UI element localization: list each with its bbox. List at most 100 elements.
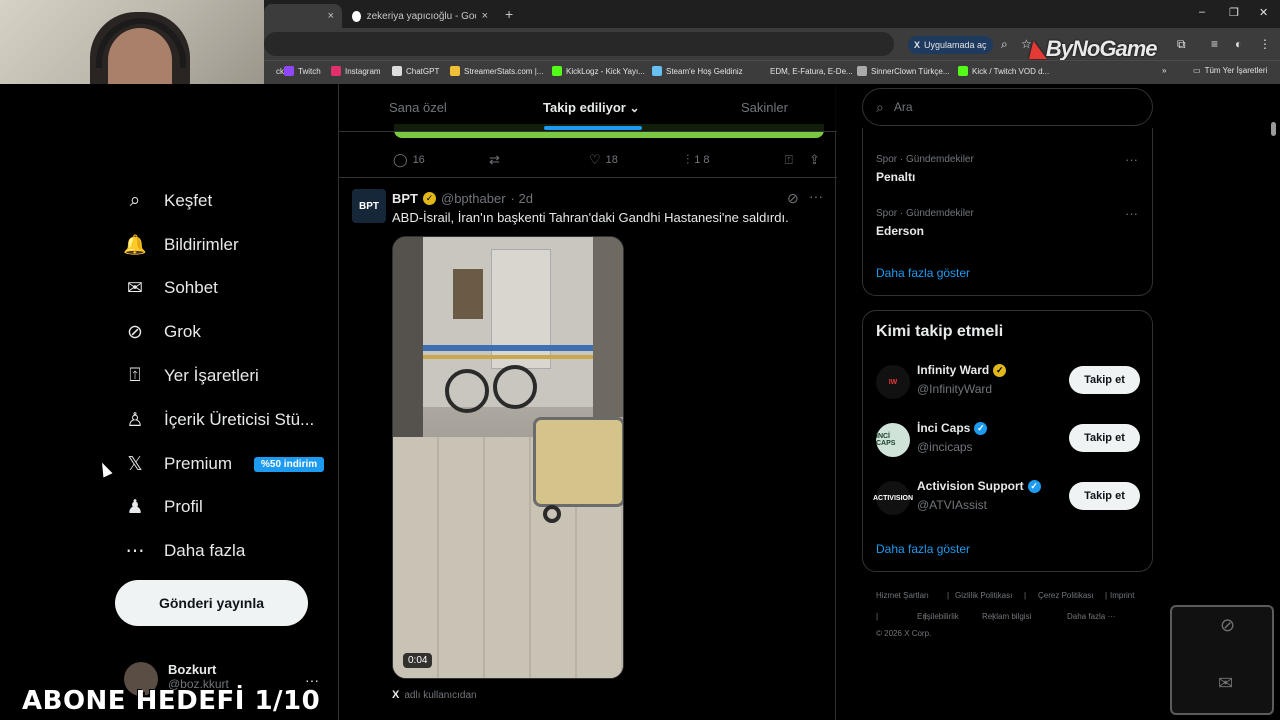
page-scrollbar[interactable] (1271, 122, 1276, 136)
reply-button[interactable]: ◯ 16 (393, 152, 425, 168)
video-notice-board (491, 249, 551, 369)
feed-tabs: Sana özel Takip ediliyor ⌄ Sakinler (339, 84, 837, 132)
follow-suggestion[interactable]: IW Infinity Ward ✓ @InfinityWard Takip et (876, 363, 1141, 403)
share-button[interactable]: ⇪ (809, 152, 820, 168)
footer-link[interactable]: Imprint (1110, 591, 1134, 600)
footer-link[interactable]: Gizlilik Politikası (955, 591, 1012, 600)
post-button[interactable]: Gönderi yayınla (115, 580, 308, 626)
follow-button[interactable]: Takip et (1069, 482, 1140, 510)
grok-explain-icon[interactable]: ⊘ (787, 190, 799, 207)
suggestion-name[interactable]: Infinity Ward ✓ (917, 363, 1007, 377)
google-icon (352, 10, 361, 22)
tab-following[interactable]: Takip ediliyor ⌄ (543, 100, 640, 115)
nav-item-person[interactable]: ♟ Profil (124, 496, 203, 518)
who-to-follow-title: Kimi takip etmeli (876, 323, 1004, 340)
nav-item-more-circle[interactable]: ⋯ Daha fazla (124, 540, 246, 562)
avatar: İNCİ CAPS (876, 423, 910, 457)
tweet-author-handle[interactable]: @bpthaber (441, 191, 506, 206)
maximize-button[interactable]: ❐ (1229, 6, 1239, 19)
follow-suggestion[interactable]: ACTIVISION Activision Support ✓ @ATVIAssist… (873, 479, 1141, 519)
nav-item-label: Profil (164, 497, 203, 516)
open-in-app-label: Uygulamada aç (924, 40, 987, 50)
tweet-author-name[interactable]: BPT (392, 191, 418, 206)
suggestion-handle: @InfinityWard (917, 382, 993, 396)
bookmark-item[interactable]: KickLogz - Kick Yayı... (552, 66, 645, 76)
bookmark-item[interactable]: Twitch (284, 66, 321, 76)
more-circle-icon: ⋯ (125, 540, 145, 562)
bookmark-item[interactable]: StreamerStats.com |... (450, 66, 543, 76)
bookmark-label: EDM, E-Fatura, E-De... (770, 66, 853, 76)
views-button[interactable]: ⫶ 1 8 (686, 152, 710, 168)
nav-item-label: Yer İşaretleri (164, 366, 259, 385)
avatar: ACTIVISION (873, 481, 913, 515)
nav-item-grok[interactable]: ⊘ Grok (124, 321, 201, 343)
suggestion-name[interactable]: İnci Caps ✓ (917, 421, 988, 435)
nav-item-bookmark[interactable]: ⍐ Yer İşaretleri (124, 365, 259, 387)
bookmark-label: Kick / Twitch VOD d... (972, 66, 1050, 76)
repost-button[interactable]: ⇄ (489, 152, 505, 168)
wheelchair (445, 369, 489, 413)
all-bookmarks-button[interactable]: ▭ Tüm Yer İşaretleri (1193, 66, 1267, 75)
search-input[interactable]: ⌕ Ara (862, 88, 1153, 126)
tab-close-icon[interactable]: × (328, 10, 334, 22)
tab-residents[interactable]: Sakinler (741, 100, 788, 115)
menu-icon[interactable]: ⋮ (1259, 37, 1271, 51)
footer-link[interactable]: Reklam bilgisi (982, 612, 1031, 621)
extensions-icon[interactable]: ⧉ (1177, 37, 1186, 52)
premium-discount-badge: %50 indirim (254, 456, 325, 472)
nav-item-search[interactable]: ⌕ Keşfet (124, 190, 213, 212)
address-bar[interactable] (264, 32, 894, 56)
browser-tab-google[interactable]: zekeriya yapıcıoğlu - Google'da × (344, 4, 496, 28)
follow-button[interactable]: Takip et (1069, 366, 1140, 394)
tab-for-you[interactable]: Sana özel (389, 100, 447, 115)
window-close-button[interactable]: ✕ (1259, 6, 1268, 19)
tweet-more-icon[interactable]: ··· (809, 188, 823, 204)
footer-link[interactable]: Çerez Politikası (1038, 591, 1094, 600)
tab-close-icon[interactable]: × (482, 10, 488, 22)
left-navigation: Gönderi yayınla Bozkurt @boz.kkurt ··· ⌕… (0, 84, 338, 720)
profile-icon[interactable]: ◐ (1235, 37, 1242, 51)
zoom-icon[interactable]: ⌕ (1001, 37, 1008, 52)
bookmark-button[interactable]: ⍐ (785, 152, 793, 168)
verified-gold-icon: ✓ (423, 192, 436, 205)
media-controls-icon[interactable]: ≡ (1211, 37, 1218, 51)
trend-title[interactable]: Penaltı (876, 170, 915, 184)
like-button[interactable]: ♡ 18 (589, 152, 618, 168)
bookmark-item[interactable]: Kick / Twitch VOD d... (958, 66, 1049, 76)
new-tab-button[interactable]: + (505, 6, 513, 22)
video-doorframe-right (593, 237, 623, 417)
minimize-button[interactable]: – (1199, 6, 1205, 18)
who-show-more-link[interactable]: Daha fazla göster (876, 542, 970, 556)
footer-link[interactable]: Hizmet Şartları (876, 591, 929, 600)
open-in-app-button[interactable]: X Uygulamada aç (908, 36, 993, 54)
tweet-author-avatar[interactable]: BPT (352, 189, 386, 223)
follow-suggestion[interactable]: İNCİ CAPS İnci Caps ✓ @incicaps Takip et (876, 421, 1141, 461)
trends-show-more-link[interactable]: Daha fazla göster (876, 266, 970, 280)
nav-item-mail[interactable]: ✉ Sohbet (124, 277, 218, 299)
trend-more-icon[interactable]: ··· (1125, 152, 1138, 167)
nav-item-flask[interactable]: ♙ İçerik Üreticisi Stü... (124, 409, 314, 431)
trend-more-icon[interactable]: ··· (1125, 206, 1138, 221)
bookmark-label: Twitch (298, 66, 321, 76)
chevron-down-icon: ⌄ (629, 101, 640, 115)
bookmark-item[interactable]: EDM, E-Fatura, E-De... (756, 66, 853, 76)
bookmark-item[interactable]: SinnerClown Türkçe... (857, 66, 950, 76)
nav-item-bell[interactable]: 🔔 Bildirimler (123, 234, 238, 256)
trend-title[interactable]: Ederson (876, 224, 924, 238)
bookmark-icon: ⍐ (129, 365, 141, 386)
bookmark-item[interactable]: Steam'e Hoş Geldiniz (652, 66, 743, 76)
browser-tab-active[interactable]: × (264, 4, 342, 28)
bookmarks-overflow-button[interactable]: » (1162, 66, 1166, 75)
nav-item-label: Grok (164, 322, 201, 341)
x-logo-icon: X (914, 40, 921, 50)
follow-button[interactable]: Takip et (1069, 424, 1140, 452)
tweet-video[interactable]: 0:04 (392, 236, 624, 679)
suggestion-name[interactable]: Activision Support ✓ (917, 479, 1041, 493)
bookmark-item[interactable]: ChatGPT (392, 66, 439, 76)
tweet-time[interactable]: · 2d (511, 191, 533, 206)
bookmark-item[interactable]: Instagram (331, 66, 381, 76)
nav-item-x-logo[interactable]: 𝕏 Premium %50 indirim (124, 453, 325, 475)
nav-item-label: İçerik Üreticisi Stü... (164, 410, 315, 429)
bookmark-item[interactable]: ck (262, 66, 284, 76)
footer-link[interactable]: Daha fazla ··· (1067, 612, 1115, 621)
